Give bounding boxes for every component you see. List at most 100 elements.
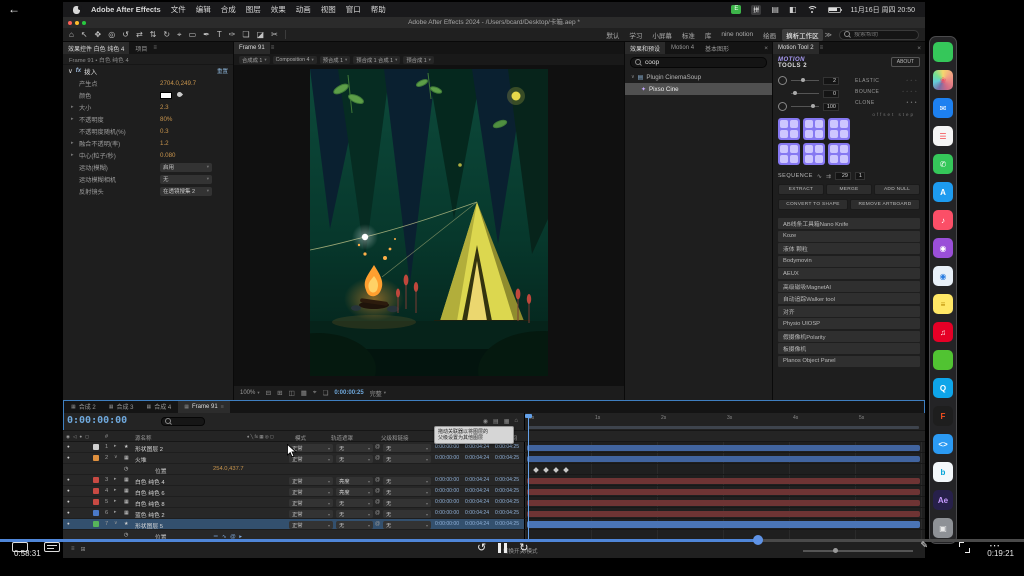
column-track-matte[interactable]: 轨道遮罩 <box>331 434 353 442</box>
playhead-line[interactable] <box>528 414 529 541</box>
layer-duration[interactable]: 0:00:04:25 <box>495 521 519 527</box>
comp-nav-chip[interactable]: 预合成 1▾ <box>403 56 434 64</box>
player-back-button[interactable]: ← <box>8 2 20 16</box>
expand-arrow-icon[interactable]: ▸ <box>71 116 74 122</box>
close-window-icon[interactable] <box>68 21 72 25</box>
work-area-bar[interactable] <box>528 426 919 429</box>
layer-duration[interactable]: 0:00:04:25 <box>495 510 519 516</box>
motion-tool-button[interactable]: CONVERT TO SHAPE <box>778 199 848 210</box>
layer-duration-bar[interactable] <box>527 478 920 484</box>
layer-duration[interactable]: 0:00:04:25 <box>495 444 519 450</box>
workspace-tab[interactable]: 学习 <box>625 29 646 41</box>
parent-link-dropdown[interactable]: 无▾ <box>383 510 431 518</box>
menubar-item[interactable]: 文件 <box>171 4 186 15</box>
workspace-tab[interactable]: nine notion <box>717 30 757 39</box>
help-search-input[interactable] <box>854 32 914 38</box>
effect-reset-link[interactable]: 重置 <box>217 67 228 75</box>
comp-nav-chip[interactable]: 合成成 1▾ <box>239 56 270 64</box>
audio-column-icon[interactable]: ◁ <box>73 434 76 440</box>
trash-icon[interactable]: ▣ <box>933 518 953 538</box>
sequence-wave-icon[interactable]: ∿ <box>817 173 822 180</box>
effects-search-box[interactable] <box>630 57 767 68</box>
brush-tool-icon[interactable]: ✑ <box>229 28 236 41</box>
snapshot-icon[interactable]: ❏ <box>323 389 329 397</box>
motion-preset-tile[interactable] <box>778 143 800 165</box>
layer-name[interactable]: 形状图层 5 <box>135 521 163 530</box>
layer-out-time[interactable]: 0:00:04:24 <box>465 455 489 461</box>
script-item[interactable]: AB线条工具箱Nano Knife <box>778 218 920 229</box>
sequence-count-field[interactable]: 29 <box>835 172 851 180</box>
motion-mode-row[interactable]: CLONE• • • <box>855 100 917 111</box>
timeline-tab[interactable]: ▦ 合成 2 ≡ <box>65 400 102 413</box>
knob-icon[interactable] <box>778 76 787 85</box>
layer-expand-arrow-icon[interactable]: ∨ <box>114 521 118 526</box>
column-number[interactable]: # <box>105 434 108 440</box>
viewer-tab[interactable]: Frame 91 <box>234 42 270 54</box>
clone-stamp-tool-icon[interactable]: ❏ <box>242 28 249 41</box>
layer-name[interactable]: 白色 纯色 4 <box>135 477 165 486</box>
pause-icon[interactable] <box>498 543 507 553</box>
column-source-name[interactable]: 源名称 <box>135 434 152 442</box>
layer-track[interactable] <box>525 486 925 497</box>
script-item[interactable]: Planos Object Panel <box>778 356 920 367</box>
script-item[interactable]: 对齐 <box>778 306 920 317</box>
layer-out-time[interactable]: 0:00:04:24 <box>465 521 489 527</box>
layer-duration-bar[interactable] <box>527 500 920 506</box>
script-item[interactable]: 自动追踪Walker tool <box>778 293 920 304</box>
table-row[interactable]: ◷ 位置 254.0,437.7 ▾ ▾ @ ▾ <box>63 464 925 475</box>
table-row[interactable]: ● 5 ▸ ▦ 白色 纯色 8 正常▾ 无▾ @ 无▾ 0:00:00:00 0… <box>63 497 925 508</box>
workspace-tab[interactable]: 绘画 <box>759 29 780 41</box>
window-controls[interactable] <box>68 21 86 25</box>
expand-arrow-icon[interactable]: ▸ <box>71 104 74 110</box>
figma-icon[interactable]: F <box>933 406 953 426</box>
knob-icon[interactable] <box>778 102 787 111</box>
effect-name[interactable]: 拨入 <box>84 66 97 76</box>
layer-label-color[interactable] <box>93 477 99 483</box>
expand-layers-icon[interactable]: ≡ <box>71 546 75 553</box>
motion-preset-tile[interactable] <box>828 143 850 165</box>
solo-column-icon[interactable]: ● <box>79 434 82 440</box>
effect-property-row[interactable]: ▸ 融合不透明(率) 1.2 ▾ <box>63 137 233 149</box>
workspace-tab[interactable]: 标准 <box>678 29 699 41</box>
track-matte-dropdown[interactable]: 无▾ <box>336 455 373 463</box>
podcasts-icon[interactable]: ◉ <box>933 238 953 258</box>
layer-visibility-icon[interactable]: ● <box>67 521 70 526</box>
layer-name[interactable]: 白色 纯色 6 <box>135 488 165 497</box>
layer-duration[interactable]: 0:00:04:25 <box>495 455 519 461</box>
motion-tool-button[interactable]: EXTRACT <box>778 184 824 195</box>
layer-expand-arrow-icon[interactable]: ▸ <box>114 499 116 504</box>
zoom-window-icon[interactable] <box>82 21 86 25</box>
layer-out-time[interactable]: 0:00:04:24 <box>465 510 489 516</box>
messages-icon[interactable] <box>933 42 953 62</box>
menubar-item[interactable]: 编辑 <box>196 4 211 15</box>
mask-visibility-icon[interactable]: ◫ <box>289 389 295 397</box>
layer-track[interactable] <box>525 519 925 530</box>
property-value[interactable]: 1.2 <box>160 140 169 147</box>
about-button[interactable]: ABOUT <box>891 57 920 67</box>
safari-icon[interactable]: ◉ <box>933 266 953 286</box>
live-update-icon[interactable]: ◉ <box>483 418 488 425</box>
effect-property-row[interactable]: 反射镜头 在透镜搜集 2▾ <box>63 185 233 197</box>
zoom-tool-icon[interactable]: ◎ <box>108 28 115 41</box>
workspace-tab[interactable]: 小屏幕 <box>648 29 676 41</box>
track-matte-dropdown[interactable]: 亮度▾ <box>336 477 373 485</box>
slider[interactable] <box>791 106 819 107</box>
layer-duration-bar[interactable] <box>527 489 920 495</box>
layer-track[interactable] <box>525 508 925 519</box>
pickwhip-icon[interactable]: @ <box>375 455 380 461</box>
motion-tool-button[interactable]: REMOVE ARTBOARD <box>850 199 920 210</box>
parent-link-dropdown[interactable]: 无▾ <box>383 477 431 485</box>
comp-nav-chip[interactable]: Composition 4▾ <box>273 56 317 64</box>
motion-preset-tile[interactable] <box>803 143 825 165</box>
eyedropper-icon[interactable] <box>176 91 183 98</box>
forward-icon[interactable]: ↻ <box>519 541 528 554</box>
script-item[interactable]: AEUX <box>778 268 920 279</box>
property-dropdown[interactable]: 启用▾ <box>160 163 212 172</box>
effect-property-row[interactable]: 不透明度随机(%) 0.3 ▾ <box>63 125 233 137</box>
effect-header[interactable]: ∨ fx 拨入 重置 <box>63 65 233 77</box>
parent-link-dropdown[interactable]: 无▾ <box>383 521 431 529</box>
layer-in-time[interactable]: 0:00:00:00 <box>435 455 459 461</box>
layer-duration-bar[interactable] <box>527 467 920 473</box>
motion-tool-button[interactable]: MERGE <box>826 184 872 195</box>
layer-track[interactable] <box>525 497 925 508</box>
